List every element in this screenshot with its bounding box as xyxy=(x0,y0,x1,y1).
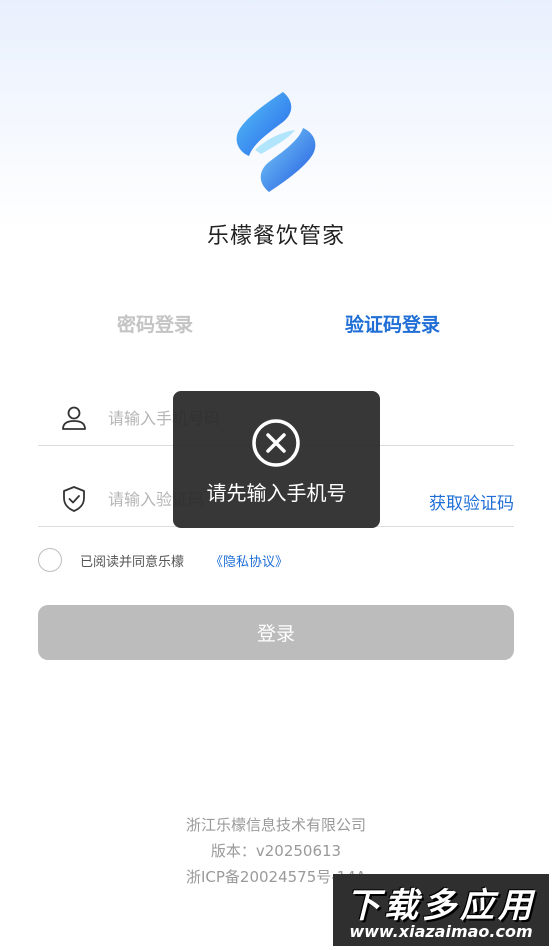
watermark-logo: 下载多应用 www.xiazaimao.com xyxy=(333,874,549,946)
toast-message: 请先输入手机号 xyxy=(173,391,380,528)
watermark-url: www.xiazaimao.com xyxy=(349,922,533,941)
shield-check-icon xyxy=(63,486,85,512)
toast-text: 请先输入手机号 xyxy=(206,481,347,505)
agreement-text: 已阅读并同意乐檬 xyxy=(80,555,185,570)
tab-password-login[interactable]: 密码登录 xyxy=(117,310,193,337)
tab-code-login[interactable]: 验证码登录 xyxy=(345,310,440,337)
user-icon xyxy=(62,406,86,430)
close-circle-icon xyxy=(252,419,300,467)
footer-company: 浙江乐檬信息技术有限公司 xyxy=(185,816,366,834)
app-name: 乐檬餐饮管家 xyxy=(206,224,345,249)
get-code-button[interactable]: 获取验证码 xyxy=(429,489,514,514)
footer-version: 版本：v20250613 xyxy=(210,842,342,860)
privacy-policy-link[interactable]: 《隐私协议》 xyxy=(210,551,288,570)
login-button[interactable]: 登录 xyxy=(38,605,514,660)
app-logo-icon xyxy=(236,92,316,192)
agreement-checkbox[interactable] xyxy=(38,548,62,572)
watermark-title: 下载多应用 xyxy=(346,886,536,926)
